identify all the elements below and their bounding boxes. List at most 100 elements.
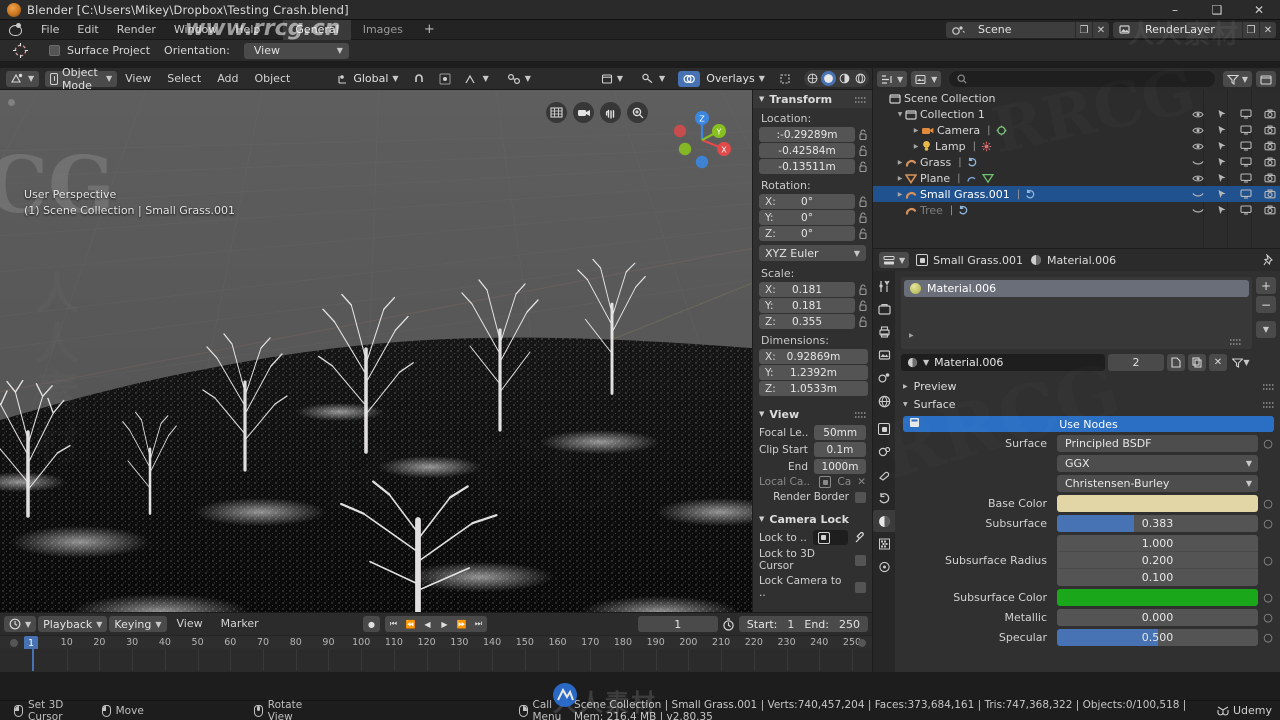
lock-icon[interactable]: [858, 299, 868, 312]
breadcrumb-object[interactable]: Small Grass.001: [916, 254, 1023, 267]
viewport-menu-object[interactable]: Object: [246, 72, 298, 85]
tab-output[interactable]: [873, 321, 895, 343]
scale-x-field[interactable]: X: 0.181: [759, 282, 855, 297]
prop-value-surface[interactable]: Principled BSDF: [1057, 435, 1258, 452]
disable-selection-icon[interactable]: [1216, 109, 1228, 120]
menu-file[interactable]: File: [32, 20, 68, 40]
rotation-x-field[interactable]: X: 0°: [759, 194, 855, 209]
add-workspace-button[interactable]: +: [415, 20, 444, 40]
prop-link-base-color-icon[interactable]: ○: [1262, 497, 1274, 510]
lock-icon[interactable]: [858, 144, 868, 157]
prop-value-distribution[interactable]: GGX ▼: [1057, 455, 1258, 472]
prop-value-subsurface[interactable]: 0.383: [1057, 515, 1258, 532]
dimensions-z-field[interactable]: Z: 1.0533m: [759, 381, 868, 396]
disable-in-viewport-icon[interactable]: [1240, 173, 1252, 183]
pin-icon[interactable]: [1263, 253, 1274, 267]
clip-start-value[interactable]: 0.1m: [813, 442, 866, 457]
snap-magnet-toggle[interactable]: [408, 71, 430, 87]
lock-icon[interactable]: [858, 227, 868, 240]
surface-project-checkbox[interactable]: [49, 45, 60, 56]
prop-link-subsurface-icon[interactable]: ○: [1262, 517, 1274, 530]
breadcrumb-material[interactable]: Material.006: [1030, 254, 1116, 267]
zoom-view-icon[interactable]: [627, 102, 648, 123]
dimensions-x-row[interactable]: X: 0.92869m: [759, 349, 868, 364]
local-camera-row[interactable]: Local Ca.. Ca ✕: [759, 476, 866, 488]
disable-in-viewport-icon[interactable]: [1240, 109, 1252, 119]
minimize-icon[interactable]: –: [1154, 0, 1196, 20]
transform-orientation-selector[interactable]: Global ▼: [332, 71, 403, 87]
local-camera-clear-icon[interactable]: ✕: [857, 476, 866, 488]
workspace-tab-general[interactable]: General: [283, 19, 351, 40]
hide-in-viewport-icon[interactable]: [1192, 190, 1204, 199]
tab-tool[interactable]: [873, 275, 895, 297]
timeline-menu-view[interactable]: View: [169, 616, 211, 632]
expand-toggle-icon[interactable]: ▶: [911, 143, 921, 150]
timeline-playhead[interactable]: 1: [24, 636, 39, 650]
play-button[interactable]: ▶: [436, 616, 453, 632]
tab-constraints[interactable]: [873, 487, 895, 509]
use-preview-range-icon[interactable]: [722, 617, 735, 631]
jump-to-end-button[interactable]: ⏭: [470, 616, 487, 632]
focal-length-row[interactable]: Focal Le.. 50mm: [759, 425, 866, 440]
viewport-menu-add[interactable]: Add: [209, 72, 246, 85]
prop-link-specular-icon[interactable]: ○: [1262, 631, 1274, 644]
lock-3d-cursor-checkbox[interactable]: [855, 554, 866, 566]
outliner-search-input[interactable]: [949, 71, 1215, 87]
outliner-editor-type[interactable]: ▼: [877, 71, 908, 87]
viewlayer-name[interactable]: RenderLayer: [1137, 22, 1242, 38]
prop-swatch-subsurface-color[interactable]: [1057, 589, 1258, 606]
location-y-row[interactable]: -0.42584m: [759, 143, 868, 158]
scale-y-row[interactable]: Y: 0.181: [759, 298, 868, 313]
hide-in-viewport-icon[interactable]: [1192, 174, 1204, 183]
tab-view-layer[interactable]: [873, 344, 895, 366]
lock-icon[interactable]: [858, 195, 868, 208]
lock-icon[interactable]: [858, 283, 868, 296]
play-reverse-button[interactable]: ◀: [419, 616, 436, 632]
disable-selection-icon[interactable]: [1216, 125, 1228, 136]
lock-camera-row[interactable]: Lock Camera to ..: [759, 575, 866, 599]
cursor-tool-icon[interactable]: [9, 40, 31, 62]
view-axis-gizmo[interactable]: Z X Y: [666, 104, 738, 176]
dimensions-z-row[interactable]: Z: 1.0533m: [759, 381, 868, 396]
use-nodes-button[interactable]: Use Nodes: [903, 416, 1274, 432]
location-z-field[interactable]: -0.13511m: [759, 159, 855, 174]
prop-link-subsurface-color-icon[interactable]: ○: [1262, 591, 1274, 604]
toggle-camera-view-icon[interactable]: [573, 102, 594, 123]
prev-keyframe-button[interactable]: ⏪: [402, 616, 419, 632]
lock-camera-checkbox[interactable]: [855, 581, 866, 593]
surface-section-header[interactable]: ▼ Surface: [895, 395, 1280, 413]
expand-toggle-icon[interactable]: ▶: [895, 191, 905, 198]
outliner-row-plane[interactable]: ▶ Plane |: [873, 170, 1280, 186]
rotation-y-field[interactable]: Y: 0°: [759, 210, 855, 225]
scale-x-row[interactable]: X: 0.181: [759, 282, 868, 297]
jump-to-start-button[interactable]: ⏮: [385, 616, 402, 632]
prop-value-metallic[interactable]: 0.000: [1057, 609, 1258, 626]
rotation-x-row[interactable]: X: 0°: [759, 194, 868, 209]
eyedropper-icon[interactable]: [854, 531, 866, 544]
tab-texture[interactable]: [873, 533, 895, 555]
material-slot-list[interactable]: Material.006 ▶: [901, 277, 1252, 349]
hide-in-viewport-icon[interactable]: [1192, 110, 1204, 119]
dimensions-y-field[interactable]: Y: 1.2392m: [759, 365, 868, 380]
prop-value-subsurface-radius-2[interactable]: 0.100: [1057, 569, 1258, 586]
workspace-tab-images[interactable]: Images: [351, 20, 415, 40]
outliner-new-collection-button[interactable]: [1256, 71, 1276, 87]
tab-world[interactable]: [873, 390, 895, 412]
keying-popover[interactable]: Keying ▼: [109, 616, 167, 632]
pan-view-icon[interactable]: [600, 102, 621, 123]
panel-grip[interactable]: [855, 410, 867, 418]
orientation-dropdown[interactable]: View ▼: [243, 42, 349, 59]
snap-pivot-selector[interactable]: ▼: [502, 71, 536, 87]
blender-logo-icon[interactable]: [8, 23, 24, 36]
shading-rendered-icon[interactable]: [853, 71, 868, 86]
disable-in-renders-icon[interactable]: [1264, 205, 1276, 215]
outliner-row-camera[interactable]: ▶ Camera |: [873, 122, 1280, 138]
tab-physics[interactable]: [873, 464, 895, 486]
view-panel-header[interactable]: ▼ View: [753, 405, 872, 423]
location-y-field[interactable]: -0.42584m: [759, 143, 855, 158]
outliner-row-tree[interactable]: Tree |: [873, 202, 1280, 218]
prop-link-surface-icon[interactable]: ○: [1262, 437, 1274, 450]
material-users-count[interactable]: 2: [1108, 354, 1164, 371]
panel-grip[interactable]: [1263, 400, 1275, 408]
panel-grip[interactable]: [1263, 382, 1275, 390]
